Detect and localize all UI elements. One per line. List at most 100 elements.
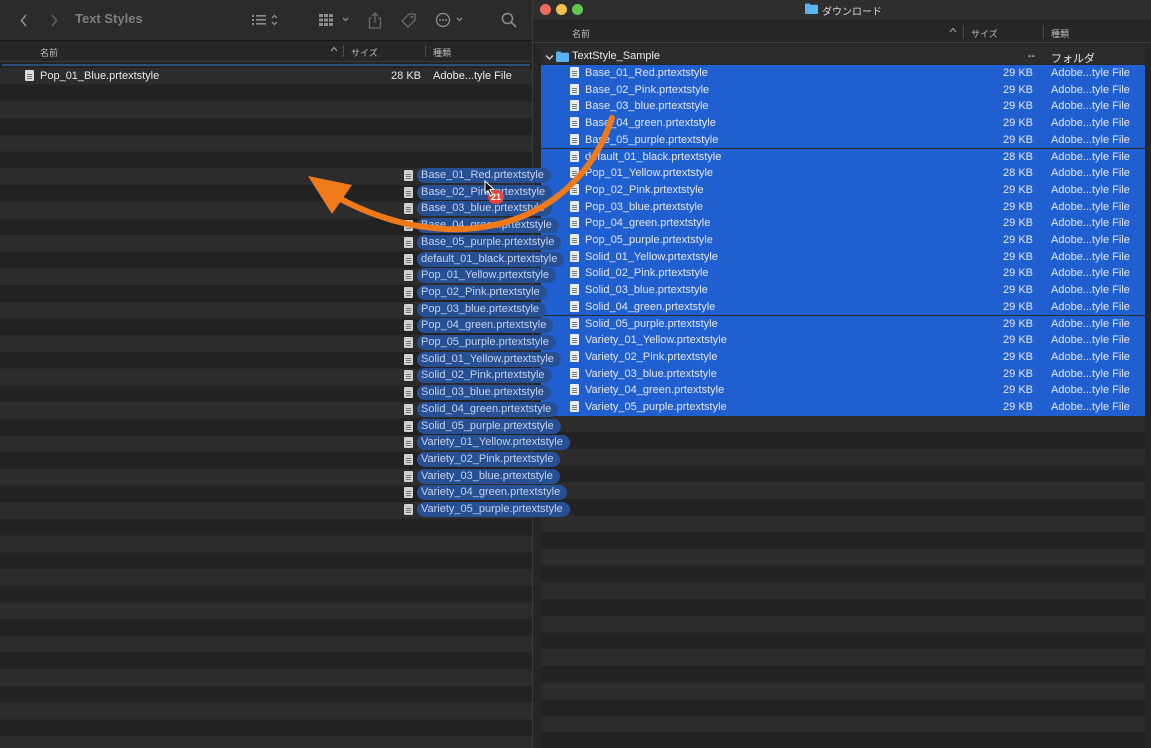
column-header-size[interactable]: サイズ	[351, 46, 378, 59]
drag-preview-label: Solid_01_Yellow.prtextstyle	[417, 351, 561, 367]
file-kind: Adobe...tyle File	[1051, 267, 1130, 280]
file-icon	[570, 284, 579, 296]
file-icon	[404, 504, 413, 515]
file-kind: Adobe...tyle File	[1051, 367, 1130, 380]
list-view-icon[interactable]	[250, 10, 284, 30]
file-name: Pop_03_blue.prtextstyle	[585, 200, 704, 213]
table-row[interactable]: Pop_01_Yellow.prtextstyle 28 KB Adobe...…	[541, 165, 1145, 182]
drag-preview-label: Variety_02_Pink.prtextstyle	[417, 451, 561, 467]
table-row[interactable]: Solid_02_Pink.prtextstyle 29 KB Adobe...…	[541, 265, 1145, 283]
file-size: 28 KB	[1003, 150, 1033, 163]
finder-window-downloads[interactable]: ダウンロード 名前 サイズ 種類 TextStyle_Sample -- フォル…	[533, 0, 1151, 748]
folder-row[interactable]: TextStyle_Sample -- フォルダ	[541, 48, 1145, 65]
column-header-size[interactable]: サイズ	[971, 27, 998, 40]
file-name: Variety_02_Pink.prtextstyle	[585, 350, 718, 363]
drag-preview-label: Solid_02_Pink.prtextstyle	[417, 368, 552, 384]
file-size: 29 KB	[1003, 350, 1033, 363]
folder-icon	[805, 3, 818, 14]
file-size: 29 KB	[1003, 284, 1033, 297]
table-row[interactable]: Pop_03_blue.prtextstyle 29 KB Adobe...ty…	[541, 198, 1145, 216]
table-row[interactable]: Variety_05_purple.prtextstyle 29 KB Adob…	[541, 399, 1145, 416]
file-size: 29 KB	[1003, 234, 1033, 246]
table-row[interactable]: Base_02_Pink.prtextstyle 29 KB Adobe...t…	[541, 81, 1145, 99]
file-size: 28 KB	[391, 70, 421, 82]
table-row[interactable]: Pop_05_purple.prtextstyle 29 KB Adobe...…	[541, 232, 1145, 249]
file-icon	[404, 186, 413, 198]
table-row[interactable]: Base_01_Red.prtextstyle 29 KB Adobe...ty…	[541, 65, 1145, 82]
file-kind: Adobe...tyle File	[1051, 100, 1130, 113]
drag-preview-label: Base_04_green.prtextstyle	[417, 218, 559, 234]
file-icon	[404, 270, 413, 282]
folder-name: TextStyle_Sample	[572, 50, 661, 62]
file-size: 29 KB	[1003, 200, 1033, 213]
share-icon[interactable]	[366, 10, 384, 30]
file-name: Base_02_Pink.prtextstyle	[585, 83, 710, 96]
file-name: default_01_black.prtextstyle	[585, 150, 722, 163]
file-icon	[404, 320, 413, 332]
tag-icon[interactable]	[398, 10, 418, 30]
file-size: 29 KB	[1003, 133, 1033, 146]
drag-preview-label: Solid_04_green.prtextstyle	[417, 401, 559, 417]
file-name: Solid_03_blue.prtextstyle	[585, 284, 708, 297]
table-row[interactable]: Variety_04_green.prtextstyle 29 KB Adobe…	[541, 382, 1145, 399]
table-row[interactable]: Base_04_green.prtextstyle 29 KB Adobe...…	[541, 115, 1145, 132]
file-icon	[404, 470, 413, 482]
grid-view-icon[interactable]	[318, 10, 352, 30]
toolbar: Text Styles	[0, 0, 532, 41]
table-row[interactable]: Solid_05_purple.prtextstyle 29 KB Adobe.…	[541, 315, 1145, 333]
file-icon	[404, 437, 413, 449]
file-kind: Adobe...tyle File	[1051, 234, 1130, 246]
column-header-kind[interactable]: 種類	[1051, 27, 1069, 40]
table-row[interactable]: Solid_01_Yellow.prtextstyle 29 KB Adobe.…	[541, 248, 1145, 266]
drag-preview-label: Pop_02_Pink.prtextstyle	[417, 284, 547, 300]
file-icon	[570, 250, 579, 262]
table-row[interactable]: Variety_03_blue.prtextstyle 29 KB Adobe.…	[541, 365, 1145, 383]
file-icon	[570, 200, 579, 212]
column-header-name[interactable]: 名前	[572, 27, 590, 40]
table-row[interactable]: Pop_04_green.prtextstyle 29 KB Adobe...t…	[541, 215, 1145, 232]
forward-chevron-icon[interactable]	[46, 10, 62, 30]
close-button[interactable]	[540, 4, 551, 15]
zoom-button[interactable]	[572, 4, 583, 15]
drag-preview-label: Solid_05_purple.prtextstyle	[417, 418, 561, 434]
table-row[interactable]: Base_03_blue.prtextstyle 29 KB Adobe...t…	[541, 98, 1145, 116]
table-row[interactable]: Pop_02_Pink.prtextstyle 29 KB Adobe...ty…	[541, 181, 1145, 199]
drag-preview-label: Variety_03_blue.prtextstyle	[417, 468, 560, 484]
drag-preview-label: Variety_01_Yellow.prtextstyle	[417, 435, 570, 451]
file-kind: Adobe...tyle File	[1051, 133, 1130, 146]
column-header-kind[interactable]: 種類	[433, 46, 451, 59]
file-kind: Adobe...tyle File	[1051, 384, 1130, 397]
table-row[interactable]: Variety_01_Yellow.prtextstyle 29 KB Adob…	[541, 332, 1145, 349]
file-size: 29 KB	[1003, 401, 1033, 413]
file-kind: Adobe...tyle File	[1051, 200, 1130, 213]
file-icon	[404, 203, 413, 215]
file-icon	[570, 150, 579, 162]
file-icon	[570, 384, 579, 396]
table-row[interactable]: Variety_02_Pink.prtextstyle 29 KB Adobe.…	[541, 348, 1145, 366]
minimize-button[interactable]	[556, 4, 567, 15]
back-chevron-icon[interactable]	[16, 10, 32, 30]
table-row[interactable]: Pop_01_Blue.prtextstyle 28 KB Adobe...ty…	[0, 68, 532, 85]
file-icon	[404, 303, 413, 315]
file-icon	[404, 286, 413, 298]
cursor-arrow-icon	[484, 180, 496, 197]
table-row[interactable]: Solid_04_green.prtextstyle 29 KB Adobe..…	[541, 298, 1145, 316]
file-name: Solid_05_purple.prtextstyle	[585, 317, 718, 330]
drag-preview-label: Variety_04_green.prtextstyle	[417, 485, 568, 501]
search-icon[interactable]	[500, 10, 518, 30]
file-kind: Adobe...tyle File	[1051, 167, 1130, 180]
table-row[interactable]: Base_05_purple.prtextstyle 29 KB Adobe..…	[541, 131, 1145, 149]
table-row[interactable]: default_01_black.prtextstyle 28 KB Adobe…	[541, 148, 1145, 166]
file-size: 29 KB	[1003, 317, 1033, 330]
file-icon	[404, 170, 413, 181]
file-icon	[570, 317, 579, 329]
more-icon[interactable]	[434, 10, 468, 30]
file-icon	[404, 387, 413, 399]
column-header-name[interactable]: 名前	[40, 46, 58, 59]
file-name: Solid_04_green.prtextstyle	[585, 300, 716, 313]
sort-chevron-icon	[330, 45, 338, 55]
title-bar: ダウンロード	[533, 0, 1151, 19]
file-icon	[570, 133, 579, 145]
table-row[interactable]: Solid_03_blue.prtextstyle 29 KB Adobe...…	[541, 282, 1145, 299]
disclosure-chevron-icon[interactable]	[545, 52, 554, 64]
